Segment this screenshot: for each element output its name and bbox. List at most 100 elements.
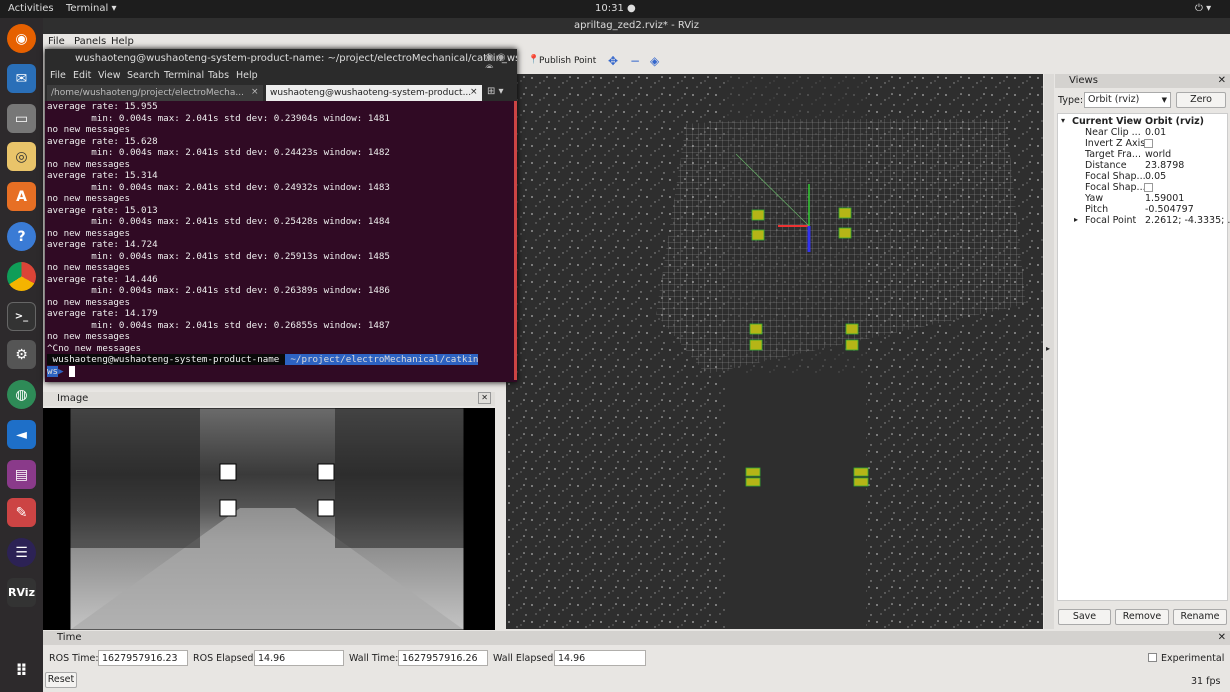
scrollbar[interactable] [514,101,517,380]
dock: ◉ ✉ ▭ ◎ A ? >_ ⚙ ◍ ◄ ▤ ✎ ☰ RViz ⠿ [0,18,43,692]
property-name: Distance [1085,160,1127,171]
term-menu-search[interactable]: Search [127,70,160,81]
terminal-window[interactable]: wushaoteng@wushaoteng-system-product-nam… [45,49,517,382]
property-name: Near Clip ... [1085,127,1141,138]
system-menu[interactable]: ⏻ ▾ [1195,3,1211,14]
rviz-title: apriltag_zed2.rviz* - RViz [43,18,1230,34]
wall-elapsed-field[interactable]: 14.96 [554,650,646,666]
terminal-tabs: /home/wushaoteng/project/electroMecha...… [45,84,517,101]
views-header: Views ✕ [1055,74,1230,88]
app-grid-icon[interactable]: ⠿ [7,656,36,685]
property-checkbox[interactable] [1144,139,1153,148]
property-row[interactable]: Focal Shap...✓ [1058,182,1227,193]
property-checkbox[interactable] [1144,183,1153,192]
property-value: 0.01 [1145,127,1167,138]
rename-button[interactable]: Rename [1173,609,1227,625]
new-tab-icon[interactable]: ⊞ ▾ [487,86,504,97]
property-row[interactable]: Current View Orbit (rviz) ▾ [1058,116,1227,127]
wall-time-field[interactable]: 1627957916.26 [398,650,488,666]
publish-point-button[interactable]: Publish Point [539,56,596,66]
property-value: 23.8798 [1145,160,1185,171]
term-menu-terminal[interactable]: Terminal [164,70,204,81]
top-bar: Activities Terminal ▾ 10:31 ● ⏻ ▾ [0,0,1230,18]
property-name: Invert Z Axis [1085,138,1146,149]
app-menu[interactable]: Terminal ▾ [66,3,116,14]
eclipse-icon[interactable]: ☰ [7,538,36,567]
vscode-icon[interactable]: ◄ [7,420,36,449]
term-menu-file[interactable]: File [50,70,66,81]
rviz-icon[interactable]: RViz [7,578,36,607]
fps-counter: 31 fps [1191,676,1221,687]
tab-1[interactable]: /home/wushaoteng/project/electroMecha... [47,85,263,101]
globe-icon[interactable]: ◍ [7,380,36,409]
property-value: -0.504797 [1145,204,1194,215]
close-icon[interactable]: ✕ [478,392,491,404]
close-tab-icon[interactable]: × [470,87,478,97]
ros-time-field[interactable]: 1627957916.23 [98,650,188,666]
move-camera-icon[interactable]: ✥ [608,54,618,68]
software-icon[interactable]: A [7,182,36,211]
reset-button[interactable]: Reset [45,672,77,688]
tab-2[interactable]: wushaoteng@wushaoteng-system-product... [266,85,482,101]
focus-icon[interactable]: ◈ [650,54,659,68]
property-row[interactable]: Focal Shap... 0.05 [1058,171,1227,182]
splitter-handle[interactable]: ▸ [1044,74,1054,629]
ros-time-label: ROS Time: [49,653,99,664]
video-icon[interactable]: ▤ [7,460,36,489]
type-label: Type: [1058,95,1084,106]
minus-icon[interactable]: − [630,54,640,68]
property-row[interactable]: Invert Z Axis [1058,138,1227,149]
terminal-title: wushaoteng@wushaoteng-system-product-nam… [45,49,517,68]
prompt-path: ~/project/electroMechanical/catkin [284,354,479,365]
property-row[interactable]: Near Clip ... 0.01 [1058,127,1227,138]
terminal-icon[interactable]: >_ [7,302,36,331]
type-select[interactable]: Orbit (rviz) ▼ [1084,92,1171,108]
property-row[interactable]: Target Fra... world [1058,149,1227,160]
property-row[interactable]: Pitch -0.504797 [1058,204,1227,215]
view-properties-tree: Current View Orbit (rviz) ▾ Near Clip ... 0.… [1057,113,1230,601]
activities-button[interactable]: Activities [8,3,54,14]
thunderbird-icon[interactable]: ✉ [7,64,36,93]
save-button[interactable]: Save [1058,609,1111,625]
rviz-menubar: File Panels Help [43,34,1230,50]
rhythmbox-icon[interactable]: ◎ [7,142,36,171]
ros-elapsed-field[interactable]: 14.96 [254,650,344,666]
menu-panels[interactable]: Panels [74,36,106,47]
help-icon[interactable]: ? [7,222,36,251]
zero-button[interactable]: Zero [1176,92,1226,108]
settings-icon[interactable]: ⚙ [7,340,36,369]
close-icon[interactable]: ✕ [1218,74,1226,88]
property-row[interactable]: Distance 23.8798 [1058,160,1227,171]
term-menu-view[interactable]: View [98,70,121,81]
experimental-checkbox[interactable] [1148,653,1157,662]
property-name: Yaw [1085,193,1104,204]
paint-icon[interactable]: ✎ [7,498,36,527]
prompt-user: wushaoteng@wushaoteng-system-product-nam… [47,354,285,365]
menu-file[interactable]: File [48,36,65,47]
publish-point-icon: 📍 [528,55,540,65]
expand-arrow-icon[interactable]: ▸ [1074,215,1078,224]
property-row[interactable]: Focal Point 2.2612; -4.3335; ... ▸ [1058,215,1230,226]
close-icon[interactable]: ✕ [1218,631,1226,645]
menu-help[interactable]: Help [111,36,134,47]
property-row[interactable]: Yaw 1.59001 [1058,193,1227,204]
property-name: Focal Point [1085,215,1137,226]
term-menu-tabs[interactable]: Tabs [208,70,229,81]
files-icon[interactable]: ▭ [7,104,36,133]
property-name: Focal Shap... [1085,171,1146,182]
clock[interactable]: 10:31 ● [595,3,636,14]
firefox-icon[interactable]: ◉ [7,24,36,53]
point-cloud-scene [506,74,1043,629]
chrome-icon[interactable] [7,262,36,291]
ros-elapsed-label: ROS Elapsed: [193,653,257,664]
remove-button[interactable]: Remove [1115,609,1169,625]
terminal-output[interactable]: average rate: 15.955 min: 0.004s max: 2.… [47,101,515,380]
cursor: _ [69,365,75,377]
3d-viewport[interactable] [506,74,1043,629]
property-value: 0.05 [1145,171,1167,182]
term-menu-help[interactable]: Help [236,70,258,81]
expand-arrow-icon[interactable]: ▾ [1061,116,1065,125]
close-tab-icon[interactable]: × [251,87,259,97]
term-menu-edit[interactable]: Edit [73,70,91,81]
rviz-toolbar: 📍 Publish Point ✥ − ◈ [518,52,768,72]
